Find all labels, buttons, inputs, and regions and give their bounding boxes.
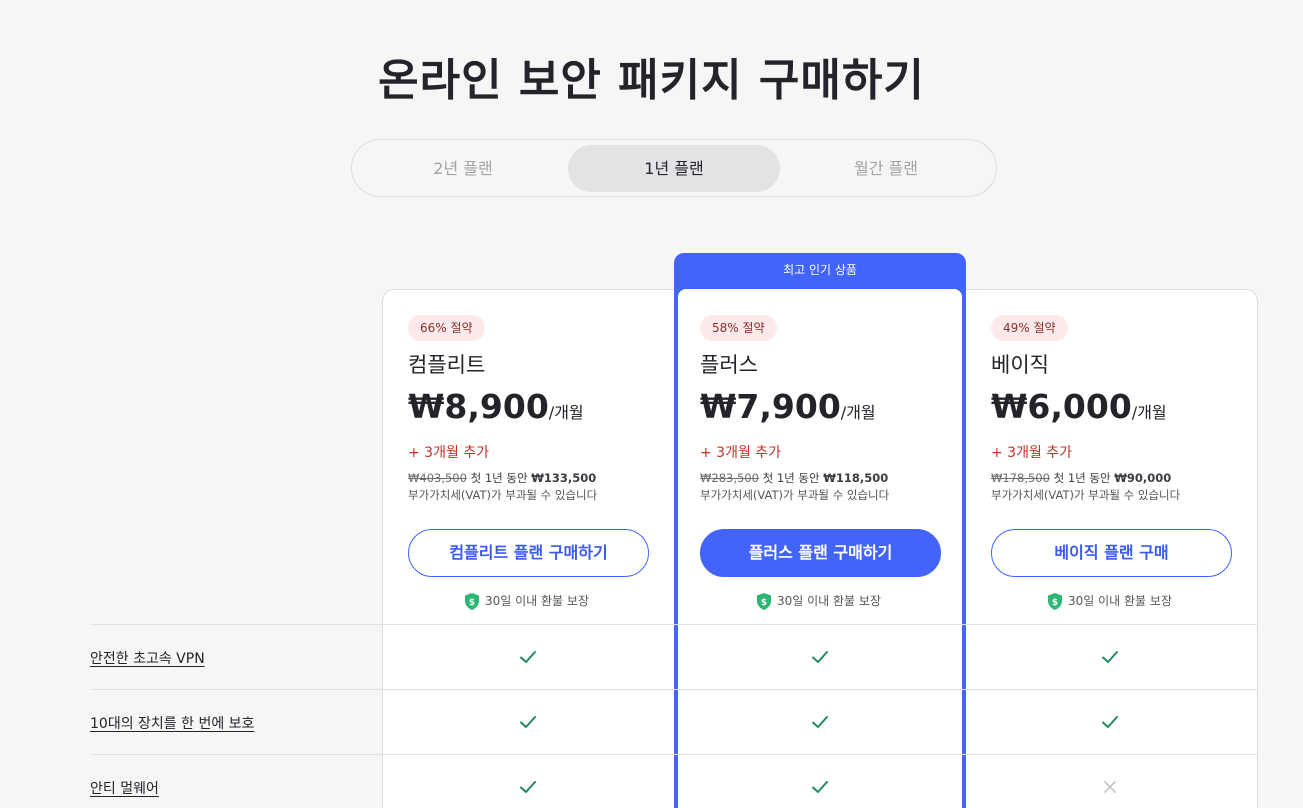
plan-price: ₩6,000 [991, 387, 1132, 426]
shield-dollar-icon: $ [757, 593, 771, 610]
original-price: ₩403,500 [408, 471, 467, 485]
plan-name: 베이직 [991, 353, 1049, 377]
bonus-months: + 3개월 추가 [408, 445, 490, 461]
billing-detail: ₩178,500 첫 1년 동안 ₩90,000 [991, 470, 1171, 486]
original-price: ₩178,500 [991, 471, 1050, 485]
vat-note: 부가가치세(VAT)가 부과될 수 있습니다 [991, 488, 1181, 502]
shield-dollar-icon: $ [1048, 593, 1062, 610]
money-back-guarantee: $30일 이내 환불 보장 [965, 592, 1255, 610]
first-year-price: ₩133,500 [531, 471, 597, 485]
price-row: ₩8,900/개월 [408, 387, 584, 426]
svg-text:$: $ [761, 598, 767, 608]
plan-name: 플러스 [700, 353, 758, 377]
billing-detail: ₩403,500 첫 1년 동안 ₩133,500 [408, 470, 596, 486]
cross-icon [1104, 781, 1116, 793]
feature-label-10-devices[interactable]: 10대의 장치를 한 번에 보호 [90, 713, 254, 733]
bonus-months: + 3개월 추가 [991, 445, 1073, 461]
guarantee-text: 30일 이내 환불 보장 [1068, 594, 1172, 608]
shield-dollar-icon: $ [465, 593, 479, 610]
price-period: /개월 [548, 403, 584, 422]
savings-badge: 49% 절약 [991, 315, 1068, 341]
money-back-guarantee: $30일 이내 환불 보장 [674, 592, 964, 610]
check-icon [1102, 716, 1118, 728]
svg-text:$: $ [469, 598, 475, 608]
guarantee-text: 30일 이내 환불 보장 [485, 594, 589, 608]
plan-plus: 58% 절약 플러스 ₩7,900/개월 + 3개월 추가 ₩283,500 첫… [674, 289, 964, 629]
check-icon [812, 781, 828, 793]
vat-note: 부가가치세(VAT)가 부과될 수 있습니다 [700, 488, 890, 502]
first-year-text: 첫 1년 동안 [1049, 471, 1115, 485]
first-year-price: ₩90,000 [1114, 471, 1172, 485]
tab-monthly-plan[interactable]: 월간 플랜 [780, 145, 992, 192]
feature-label-vpn[interactable]: 안전한 초고속 VPN [90, 648, 205, 668]
tab-2-year-plan[interactable]: 2년 플랜 [357, 145, 569, 192]
feature-label-anti-malware[interactable]: 안티 멀웨어 [90, 778, 159, 798]
tab-1-year-plan[interactable]: 1년 플랜 [568, 145, 780, 192]
featured-banner: 최고 인기 상품 [783, 263, 857, 277]
price-period: /개월 [1131, 403, 1167, 422]
plan-price: ₩7,900 [700, 387, 841, 426]
row-divider [90, 624, 1258, 625]
original-price: ₩283,500 [700, 471, 759, 485]
buy-basic-plan-button[interactable]: 베이직 플랜 구매 [991, 529, 1232, 577]
row-divider [90, 689, 1258, 690]
guarantee-text: 30일 이내 환불 보장 [777, 594, 881, 608]
price-period: /개월 [840, 403, 876, 422]
check-icon [520, 651, 536, 663]
svg-text:$: $ [1052, 598, 1058, 608]
billing-detail: ₩283,500 첫 1년 동안 ₩118,500 [700, 470, 888, 486]
first-year-text: 첫 1년 동안 [466, 471, 532, 485]
bonus-months: + 3개월 추가 [700, 445, 782, 461]
first-year-text: 첫 1년 동안 [758, 471, 824, 485]
check-icon [812, 651, 828, 663]
vat-note: 부가가치세(VAT)가 부과될 수 있습니다 [408, 488, 598, 502]
check-icon [520, 716, 536, 728]
check-icon [1102, 651, 1118, 663]
buy-plus-plan-button[interactable]: 플러스 플랜 구매하기 [700, 529, 941, 577]
plan-basic: 49% 절약 베이직 ₩6,000/개월 + 3개월 추가 ₩178,500 첫… [965, 289, 1255, 629]
money-back-guarantee: $30일 이내 환불 보장 [382, 592, 672, 610]
price-row: ₩7,900/개월 [700, 387, 876, 426]
buy-complete-plan-button[interactable]: 컴플리트 플랜 구매하기 [408, 529, 649, 577]
savings-badge: 66% 절약 [408, 315, 485, 341]
price-row: ₩6,000/개월 [991, 387, 1167, 426]
plan-price: ₩8,900 [408, 387, 549, 426]
plan-name: 컴플리트 [408, 353, 486, 377]
page-title: 온라인 보안 패키지 구매하기 [378, 55, 925, 106]
row-divider [90, 754, 1258, 755]
plan-complete: 66% 절약 컴플리트 ₩8,900/개월 + 3개월 추가 ₩403,500 … [382, 289, 672, 629]
first-year-price: ₩118,500 [823, 471, 889, 485]
savings-badge: 58% 절약 [700, 315, 777, 341]
check-icon [812, 716, 828, 728]
billing-period-toggle: 2년 플랜 1년 플랜 월간 플랜 [351, 139, 997, 197]
check-icon [520, 781, 536, 793]
